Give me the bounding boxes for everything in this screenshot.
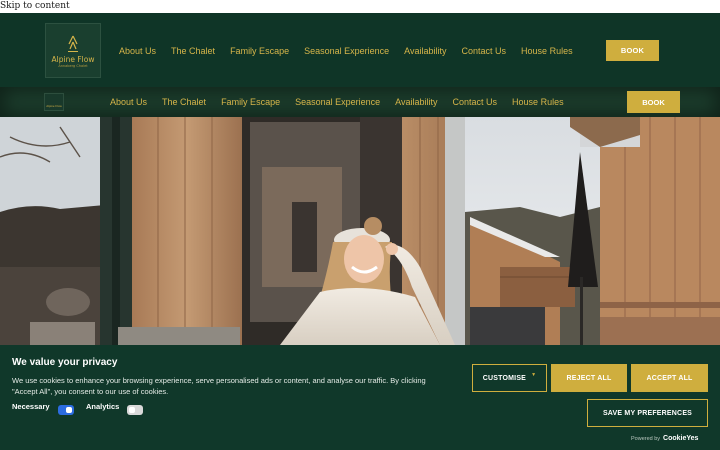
- skip-to-content-link[interactable]: Skip to content: [0, 0, 70, 13]
- sticky-nav: About Us The Chalet Family Escape Season…: [110, 87, 579, 117]
- sticky-nav-the-chalet[interactable]: The Chalet: [162, 97, 206, 107]
- site-logo[interactable]: Alpine Flow Annaberg Chalet: [45, 23, 101, 78]
- sticky-nav-house-rules[interactable]: House Rules: [512, 97, 564, 107]
- sticky-nav-family-escape[interactable]: Family Escape: [221, 97, 280, 107]
- analytics-toggle-switch[interactable]: [127, 405, 144, 415]
- necessary-toggle-switch[interactable]: [57, 405, 74, 415]
- toggle-analytics-label: Analytics: [86, 401, 120, 411]
- sticky-logo[interactable]: Alpine Flow: [44, 93, 64, 111]
- cookie-title: We value your privacy: [12, 357, 118, 368]
- nav-about-us[interactable]: About Us: [119, 46, 156, 56]
- cookie-banner: We value your privacy We use cookies to …: [0, 345, 720, 450]
- book-button[interactable]: BOOK: [606, 40, 659, 61]
- sticky-nav-about-us[interactable]: About Us: [110, 97, 147, 107]
- nav-the-chalet[interactable]: The Chalet: [171, 46, 215, 56]
- nav-family-escape[interactable]: Family Escape: [230, 46, 289, 56]
- toggle-analytics: Analytics: [86, 401, 144, 415]
- save-preferences-button[interactable]: SAVE MY PREFERENCES: [587, 399, 708, 427]
- hero-image: [0, 117, 720, 345]
- sticky-nav-availability[interactable]: Availability: [395, 97, 437, 107]
- powered-prefix: Powered by: [631, 436, 661, 442]
- logo-mountain-icon: [68, 35, 78, 52]
- customise-button[interactable]: CUSTOMISE ▼: [472, 364, 547, 392]
- logo-tagline: Annaberg Chalet: [58, 64, 88, 68]
- dropdown-caret-icon: ▼: [531, 372, 537, 378]
- toggle-necessary: Necessary: [12, 401, 74, 415]
- powered-by[interactable]: Powered by CookieYes: [631, 435, 698, 442]
- logo-name: Alpine Flow: [51, 55, 95, 64]
- cookie-description: We use cookies to enhance your browsing …: [12, 376, 426, 396]
- nav-seasonal-experience[interactable]: Seasonal Experience: [304, 46, 389, 56]
- sticky-nav-contact-us[interactable]: Contact Us: [453, 97, 498, 107]
- reject-all-button[interactable]: REJECT ALL: [551, 364, 627, 392]
- hero-photo: [0, 117, 720, 345]
- toggle-necessary-label: Necessary: [12, 401, 50, 411]
- sticky-header: Alpine Flow About Us The Chalet Family E…: [0, 87, 720, 117]
- sticky-logo-name: Alpine Flow: [46, 104, 62, 108]
- cookieyes-brand: CookieYes: [663, 435, 699, 442]
- site-header: Alpine Flow Annaberg Chalet About Us The…: [0, 13, 720, 88]
- sticky-book-button[interactable]: BOOK: [627, 91, 680, 113]
- nav-availability[interactable]: Availability: [404, 46, 446, 56]
- accept-all-button[interactable]: ACCEPT ALL: [631, 364, 708, 392]
- nav-contact-us[interactable]: Contact Us: [462, 46, 507, 56]
- main-nav: About Us The Chalet Family Escape Season…: [119, 13, 588, 88]
- nav-house-rules[interactable]: House Rules: [521, 46, 573, 56]
- customise-label: CUSTOMISE: [482, 374, 527, 382]
- sticky-nav-seasonal-experience[interactable]: Seasonal Experience: [295, 97, 380, 107]
